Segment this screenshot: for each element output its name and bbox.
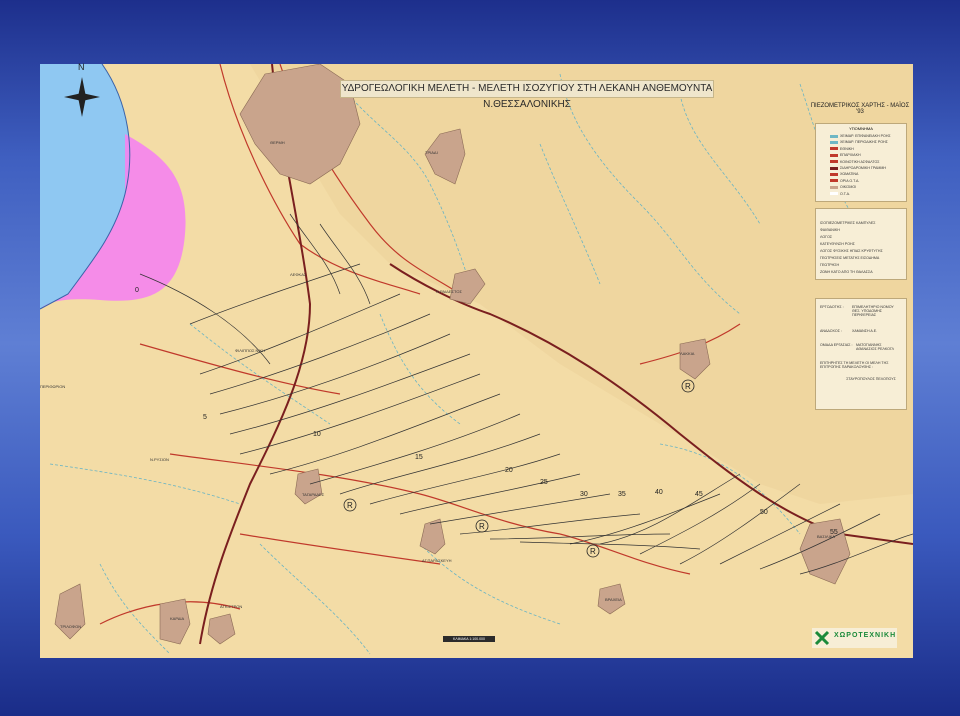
contour-label-15: 15 (415, 454, 423, 461)
legend-swatch (830, 134, 838, 138)
legend-swatch (830, 185, 838, 189)
legend-label: ΟΙΚΙΣΜΟΙ (840, 185, 857, 190)
contractor-label: ΑΝΑΔΟΧΟΣ : (820, 329, 842, 333)
legend-swatch (830, 153, 838, 157)
svg-text:R: R (685, 382, 691, 391)
team-value: ΜΑΤΟΓΙΑΝΝΗΣ ΑΘΑΝΑΣΙΟΣ ΡΕΛΚΟΓΛ (856, 343, 895, 351)
project-info-box: ΕΡΓΟΔΟΤΗΣ : ΕΠΙΜΕΛΗΤΗΡΙΟ ΝΟΜΟΥ ΘΕΣ. ΥΠΟΔ… (815, 298, 907, 410)
company-mark-icon (814, 630, 830, 646)
place-label-n-rysion: Ν.ΡΥΣΙΟΝ (150, 457, 169, 462)
place-label-agkistron: ΑΓΚΙΣΤΡΟΝ (220, 604, 243, 609)
place-label-vracheia: ΒΡΑΧΕΙΑ (605, 597, 622, 602)
place-label-thermi: ΘΕΡΜΗ (270, 140, 285, 145)
legend-swatch (830, 147, 838, 151)
map-subtitle: ΠΙΕΖΟΜΕΤΡΙΚΟΣ ΧΑΡΤΗΣ - ΜΑΪΟΣ '93 (810, 103, 910, 115)
place-label-vasilika: ΒΑΣΙΛΙΚΑ (817, 534, 836, 539)
legend2-item: ΦΑΙΘΑΝΙΚΗ (820, 228, 840, 232)
legend2-item: ΛΟΓΟΣ (820, 235, 833, 239)
place-label-filippos: ΦΙΛΙΠΠΟΣ ΝΙΚΗ (235, 348, 266, 353)
svg-text:R: R (479, 522, 485, 531)
legend2-item: ΙΣΟΠΙΕΖΟΜΕΤΡΙΚΕΣ ΚΑΜΠΥΛΕΣ (820, 221, 876, 225)
scale-bar: ΚΛΙΜΑΚΑ 1:100.000 (443, 636, 495, 642)
place-label-ag-paraskevi: ΑΓ.ΠΑΡΑΣΚΕΥΗ (422, 558, 452, 563)
legend-swatch (830, 192, 838, 196)
contractor-value: ΧΑΜΑΝΣΗ Α.Ε. (852, 329, 878, 333)
place-label-tagarades: ΤΑΓΑΡΑΔΕΣ (302, 492, 325, 497)
north-arrow-icon (64, 77, 100, 117)
svg-text:R: R (590, 547, 596, 556)
legend-swatch (830, 140, 838, 144)
legend2-item: ΚΑΤΕΥΘΥΝΣΗ ΡΟΗΣ (820, 242, 855, 246)
legend-item: ΣΙΔΗΡΟΔΡΟΜΙΚΗ ΓΡΑΜΜΗ (830, 166, 886, 170)
legend-label: ΕΠΑΡΧΙΑΚΗ (840, 153, 861, 158)
contour-label-45: 45 (695, 491, 703, 498)
north-label: N (78, 62, 85, 72)
legend-item: ΧΕΙΜΑΡ. ΕΠΙΦΑΝΕΙΑΚΗ ΡΟΗΣ (830, 134, 891, 138)
svg-text:R: R (347, 501, 353, 510)
legend2-item: ΓΕΩΤΡΗΣΗ (820, 263, 840, 267)
map-title: ΥΔΡΟΓΕΩΛΟΓΙΚΗ ΜΕΛΕΤΗ - ΜΕΛΕΤΗ ΙΣΟΖΥΓΙΟΥ … (340, 80, 714, 110)
legend-label: ΧΕΙΜΑΡ. ΕΠΙΦΑΝΕΙΑΚΗ ΡΟΗΣ (840, 134, 891, 138)
contour-label-20: 20 (505, 467, 513, 474)
supervision-text: ΕΠΙΤΗΡΗΤΕΣ ΤΗ ΜΕΛΕΤΗ ΟΙ ΜΕΛΗ ΤΗΣ ΕΠΙΤΡΟΠ… (820, 361, 889, 369)
place-label-triadi: ΤΡΙΑΔΙ (425, 150, 438, 155)
contour-label-0: 0 (135, 287, 139, 294)
legend-item: ΧΕΙΜΑΡ. ΠΕΡΙΟΔΙΚΗΣ ΡΟΗΣ (830, 140, 888, 144)
legend2-item: ΖΩΝΗ ΚΑΤΟ ΑΠΟ ΤΗ ΘΑΛΑΣΣΑ (820, 270, 873, 274)
company-logo: ΧΩΡΟΤΕΧΝΙΚΗ (812, 628, 897, 648)
owner-label: ΕΡΓΟΔΟΤΗΣ : (820, 305, 844, 309)
contour-label-10: 10 (313, 431, 321, 438)
place-label-perithorion: ΠΕΡΙΘΩΡΙΟΝ (40, 384, 66, 389)
legend-box: ΥΠΟΜΝΗΜΑ ΧΕΙΜΑΡ. ΕΠΙΦΑΝΕΙΑΚΗ ΡΟΗΣ ΧΕΙΜΑΡ.… (815, 123, 907, 202)
legend-label: ΚΟΙΝΟΤΙΚΗ ΑΣΦΑΛΤΟΣ (840, 159, 880, 164)
legend-label: ΟΡΙΑ Ο.Τ.Α. (840, 178, 860, 183)
legend-swatch (830, 179, 838, 183)
legend-label: ΕΘΝΙΚΗ (840, 146, 854, 151)
contour-label-30: 30 (580, 491, 588, 498)
contour-label-25: 25 (540, 479, 548, 486)
legend-label: Ο.Τ.Α. (840, 191, 850, 196)
legend2-item: ΛΟΓΟΣ ΦΥΣΙΚΗΣ ΗΠΙΑΣ ΚΡΥΦΤΥΓΗΣ (820, 249, 883, 253)
place-label-trilofon: ΤΡΙΛΟΦΟΝ (60, 624, 82, 629)
signatures-text: ΣΤΑΥΡΟΠΟΥΛΟΣ ΠΕΛΟΠΟΥΣ (846, 377, 896, 381)
legend-item: Ο.Τ.Α. (830, 192, 850, 196)
legend-item: ΕΠΑΡΧΙΑΚΗ (830, 153, 861, 157)
legend-box-2: ΙΣΟΠΙΕΖΟΜΕΤΡΙΚΕΣ ΚΑΜΠΥΛΕΣ ΦΑΙΘΑΝΙΚΗ ΛΟΓΟΣ Κ… (815, 208, 907, 280)
contour-label-35: 35 (618, 491, 626, 498)
legend-label: ΧΩΜΑΤΙΝΑ (840, 172, 859, 177)
contour-label-5: 5 (203, 414, 207, 421)
company-name: ΧΩΡΟΤΕΧΝΙΚΗ (834, 632, 897, 639)
place-label-n-raidestos: Ν.ΡΑΙΔΕΣΤΟΣ (436, 289, 462, 294)
legend-swatch (830, 172, 838, 176)
legend-item: ΚΟΙΝΟΤΙΚΗ ΑΣΦΑΛΤΟΣ (830, 160, 880, 164)
team-label: ΟΜΑΔΑ ΕΡΓΑΣΙΑΣ : (820, 343, 853, 347)
place-label-lakkia: ΛΑΚΚΙΑ (680, 351, 695, 356)
legend-label: ΣΙΔΗΡΟΔΡΟΜΙΚΗ ΓΡΑΜΜΗ (840, 166, 886, 170)
legend-label: ΧΕΙΜΑΡ. ΠΕΡΙΟΔΙΚΗΣ ΡΟΗΣ (840, 140, 888, 145)
legend-item: ΟΙΚΙΣΜΟΙ (830, 185, 856, 189)
owner-value: ΕΠΙΜΕΛΗΤΗΡΙΟ ΝΟΜΟΥ ΘΕΣ. ΥΠΟΔΟΜΗΣ ΠΕΡΙΦΕΡ… (852, 305, 894, 317)
place-label-lefkas: ΛΕΦΚΑΣ (290, 272, 307, 277)
place-label-kardia: ΚΑΡΔΙΑ (170, 616, 185, 621)
legend-item: ΟΡΙΑ Ο.Τ.Α. (830, 179, 859, 183)
legend-item: ΕΘΝΙΚΗ (830, 147, 854, 151)
contour-label-40: 40 (655, 489, 663, 496)
legend-swatch (830, 166, 838, 170)
legend2-item: ΓΕΩΤΡΗΣΕΙΣ ΜΕΤΑΤΗΣ ΕΙΣΟΔΗΜΑ (820, 256, 880, 260)
legend-swatch (830, 160, 838, 164)
legend-item: ΧΩΜΑΤΙΝΑ (830, 172, 858, 176)
contour-label-50: 50 (760, 509, 768, 516)
map-canvas: 0 5 10 15 20 25 30 35 40 45 50 55 R R R … (40, 64, 913, 655)
legend-heading: ΥΠΟΜΝΗΜΑ (849, 126, 873, 131)
map-frame: 0 5 10 15 20 25 30 35 40 45 50 55 R R R … (40, 64, 913, 658)
